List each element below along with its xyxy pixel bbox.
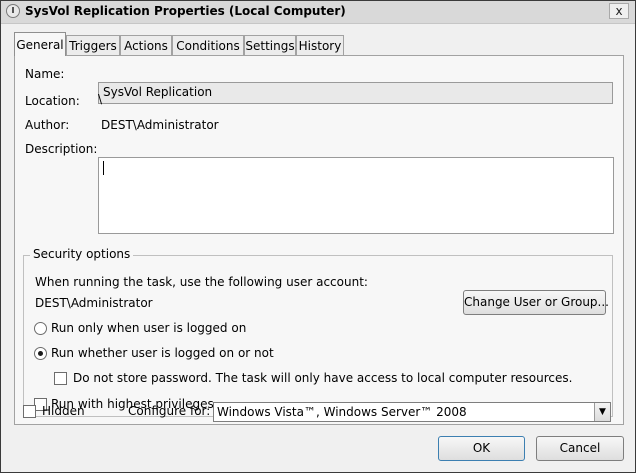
task-clock-icon (6, 4, 20, 18)
run-whether-label[interactable]: Run whether user is logged on or not (51, 346, 274, 360)
account-prompt: When running the task, use the following… (35, 275, 368, 289)
configure-for-select[interactable]: Windows Vista™, Windows Server™ 2008 ▼ (213, 402, 611, 422)
hidden-label[interactable]: Hidden (42, 404, 85, 418)
tab-settings[interactable]: Settings (244, 35, 296, 55)
no-store-password-checkbox[interactable] (54, 372, 67, 385)
general-tab-panel: Name: SysVol Replication Location: \ Aut… (14, 55, 624, 425)
text-cursor (103, 161, 104, 175)
run-whether-radio[interactable] (34, 347, 47, 360)
name-label: Name: (25, 67, 65, 81)
change-user-button[interactable]: Change User or Group... (463, 290, 609, 315)
title-bar[interactable]: SysVol Replication Properties (Local Com… (1, 1, 635, 24)
dialog-client-area: General Triggers Actions Conditions Sett… (1, 24, 635, 472)
account-value: DEST\Administrator (35, 296, 153, 310)
radio-selected-dot (38, 351, 43, 356)
chevron-down-icon[interactable]: ▼ (594, 403, 610, 421)
security-options-title: Security options (30, 247, 134, 261)
tab-triggers[interactable]: Triggers (66, 35, 120, 55)
name-field[interactable]: SysVol Replication (98, 82, 613, 104)
hidden-checkbox[interactable] (23, 405, 36, 418)
author-label: Author: (25, 118, 70, 132)
tab-conditions[interactable]: Conditions (172, 35, 244, 55)
run-logged-on-radio[interactable] (34, 322, 47, 335)
description-label: Description: (25, 142, 98, 156)
no-store-password-label[interactable]: Do not store password. The task will onl… (73, 371, 572, 385)
tab-general[interactable]: General (14, 32, 66, 56)
location-value: \ (98, 92, 103, 106)
ok-button[interactable]: OK (438, 436, 525, 461)
configure-for-label: Configure for: (128, 404, 211, 418)
window-title: SysVol Replication Properties (Local Com… (25, 4, 346, 18)
configure-for-value: Windows Vista™, Windows Server™ 2008 (217, 405, 467, 419)
location-label: Location: (25, 94, 80, 108)
security-options-group: Security options When running the task, … (23, 247, 613, 417)
properties-dialog: SysVol Replication Properties (Local Com… (0, 0, 636, 473)
close-button[interactable]: x (609, 3, 629, 19)
run-logged-on-label[interactable]: Run only when user is logged on (51, 321, 246, 335)
cancel-button[interactable]: Cancel (536, 436, 624, 461)
description-field[interactable] (98, 157, 614, 234)
tab-actions[interactable]: Actions (120, 35, 172, 55)
author-value: DEST\Administrator (101, 118, 219, 132)
tab-history[interactable]: History (296, 35, 344, 55)
